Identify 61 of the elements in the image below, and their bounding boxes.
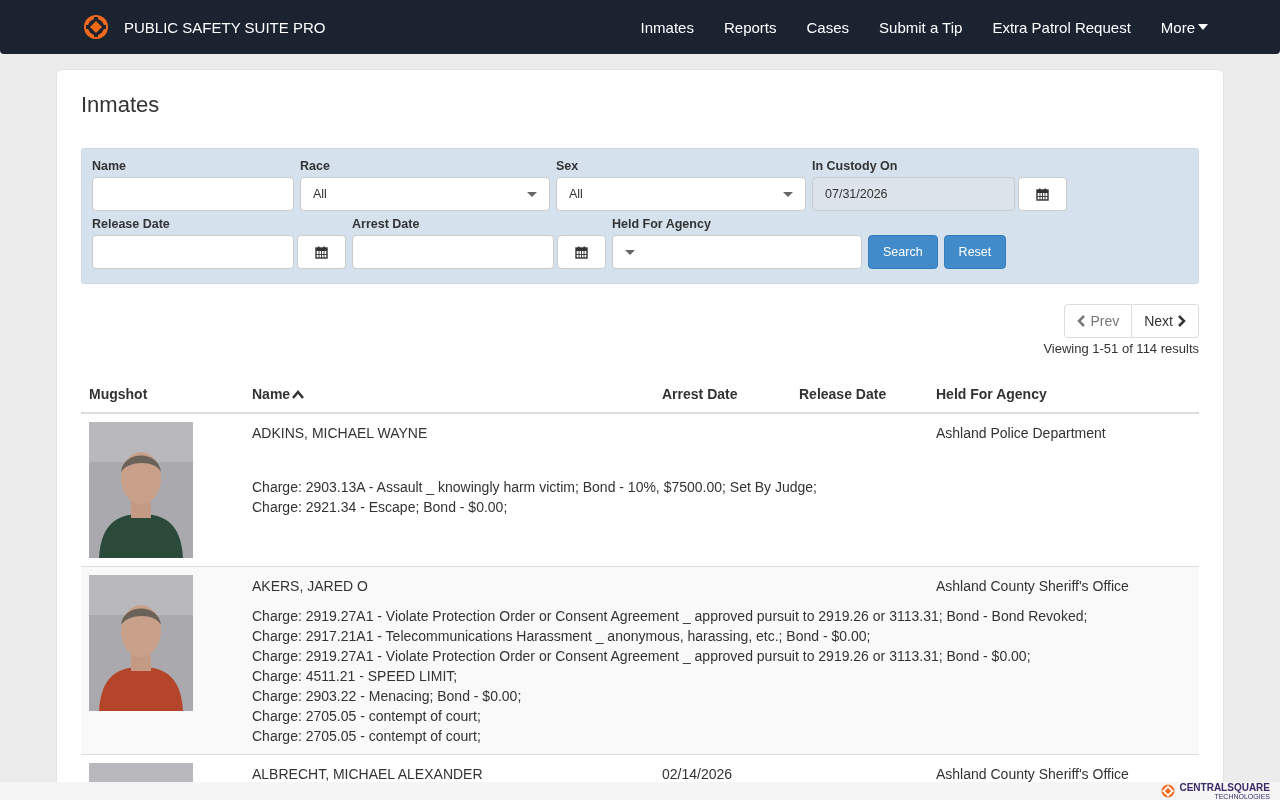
chevron-left-icon [1077, 315, 1086, 327]
date-field[interactable] [352, 235, 554, 269]
footer-logo-text: CENTRALSQUARE [1179, 782, 1270, 793]
caret-icon [527, 191, 537, 197]
charge-line: Charge: 2705.05 - contempt of court; [252, 727, 482, 746]
brand-name[interactable]: PUBLIC SAFETY SUITE PRO [124, 18, 326, 36]
filter-button[interactable]: Reset [943, 235, 1007, 269]
chevron-right-icon [1178, 315, 1186, 327]
caret-icon [1198, 24, 1208, 30]
caret-icon [783, 191, 793, 197]
charge-line: Charge: 2921.34 - Escape; Bond - $0.00; [252, 498, 509, 517]
calendar-button[interactable] [557, 235, 606, 269]
agency-name: Ashland County Sheriff's Office [936, 577, 1129, 594]
column-header[interactable]: Name [252, 386, 291, 402]
caret-icon [625, 249, 635, 255]
calendar-icon [315, 245, 328, 259]
next-button[interactable]: Next [1132, 304, 1199, 338]
text-field[interactable] [92, 177, 294, 211]
charge-line: Charge: 2919.27A1 - Violate Protection Order or Consent Agreement _ approved pursuit to 2919.26 or 3113.31; Bond - $0.00; [252, 647, 1032, 666]
select-field[interactable]: All [556, 177, 806, 211]
agency-name: Ashland County Sheriff's Office [936, 765, 1129, 782]
calendar-button[interactable] [1018, 177, 1067, 211]
field-label: In Custody On [812, 159, 899, 173]
field-label: Name [92, 159, 128, 173]
charge-line: Charge: 2917.21A1 - Telecommunications Harassment _ anonymous, harassing, etc.; Bond - $0.00; [252, 627, 872, 646]
charge-line: Charge: 4511.21 - SPEED LIMIT; [252, 667, 459, 686]
diamond-logo-icon [83, 14, 109, 40]
arrest-date: 02/14/2026 [662, 765, 733, 782]
nav-link[interactable]: Inmates [640, 18, 694, 36]
field-label: Race [300, 159, 331, 173]
date-field[interactable]: 07/31/2026 [812, 177, 1015, 211]
field-label: Arrest Date [352, 217, 421, 231]
field-label: Sex [556, 159, 580, 173]
charge-line: Charge: 2919.27A1 - Violate Protection Order or Consent Agreement _ approved pursuit to 2919.26 or 3113.31; Bond - Bond Revoked; [252, 607, 1089, 626]
page-title: Inmates [81, 92, 161, 118]
date-field[interactable] [92, 235, 294, 269]
charge-line: Charge: 2903.22 - Menacing; Bond - $0.00; [252, 687, 523, 706]
field-label: Held For Agency [612, 217, 712, 231]
nav-link[interactable]: Cases [806, 18, 850, 36]
inmate-name: AKERS, JARED O [252, 577, 368, 594]
inmate-name: ALBRECHT, MICHAEL ALEXANDER [252, 765, 483, 782]
calendar-icon [1036, 187, 1049, 201]
column-header[interactable]: Release Date [799, 386, 887, 402]
nav-link[interactable]: Reports [723, 18, 777, 36]
field-label: Release Date [92, 217, 171, 231]
select-field[interactable] [612, 235, 862, 269]
calendar-icon [575, 245, 588, 259]
column-header[interactable]: Held For Agency [936, 386, 1047, 402]
calendar-button[interactable] [297, 235, 346, 269]
inmate-name: ADKINS, MICHAEL WAYNE [252, 424, 428, 441]
nav-link[interactable]: Extra Patrol Request [992, 18, 1131, 36]
nav-link[interactable]: Submit a Tip [879, 18, 963, 36]
agency-name: Ashland Police Department [936, 424, 1106, 441]
select-field[interactable]: All [300, 177, 550, 211]
nav-link[interactable]: More [1160, 18, 1208, 36]
filter-button[interactable]: Search [868, 235, 938, 269]
results-summary: Viewing 1-51 of 114 results [1043, 341, 1199, 356]
charge-line: Charge: 2903.13A - Assault _ knowingly harm victim; Bond - 10%, $7500.00; Set By Judge; [252, 478, 818, 497]
charge-line: Charge: 2705.05 - contempt of court; [252, 707, 482, 726]
column-header[interactable]: Arrest Date [662, 386, 738, 402]
column-header[interactable]: Mugshot [89, 386, 148, 402]
